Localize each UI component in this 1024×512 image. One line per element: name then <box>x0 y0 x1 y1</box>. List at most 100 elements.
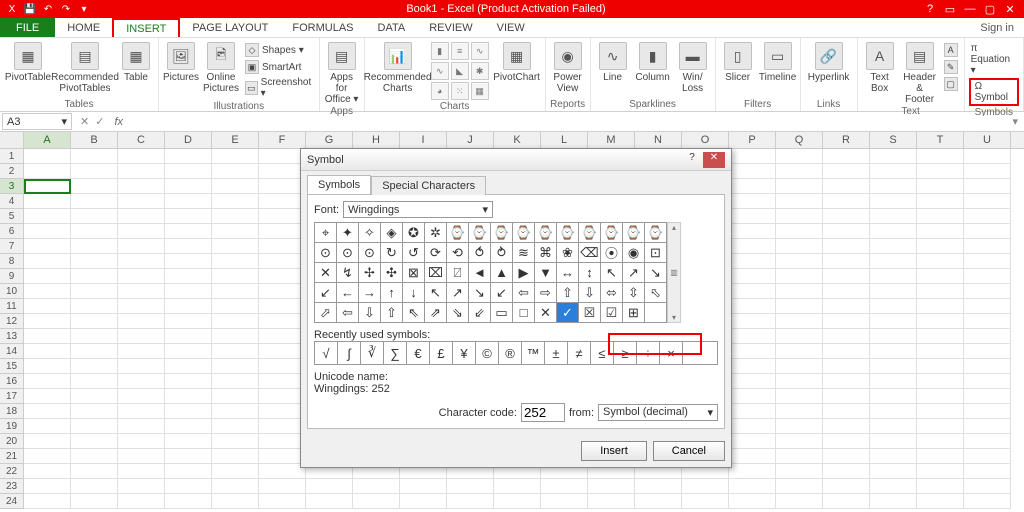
row-header[interactable]: 3 <box>0 179 24 194</box>
row-header[interactable]: 4 <box>0 194 24 209</box>
cell[interactable] <box>776 149 823 164</box>
cell[interactable] <box>729 254 776 269</box>
textbox-button[interactable]: AText Box <box>862 40 898 94</box>
symbol-cell[interactable]: ⬄ <box>601 283 623 303</box>
combo-chart-icon[interactable]: ▦ <box>471 82 489 100</box>
cell[interactable] <box>776 419 823 434</box>
chevron-down-icon[interactable]: ▾ <box>61 115 67 128</box>
row-header[interactable]: 6 <box>0 224 24 239</box>
pie-chart-icon[interactable]: ◕ <box>431 82 449 100</box>
cell[interactable] <box>776 299 823 314</box>
recent-symbol[interactable]: © <box>476 342 499 364</box>
symbol-cell[interactable]: ⟳ <box>425 243 447 263</box>
cell[interactable] <box>823 494 870 509</box>
column-header[interactable]: E <box>212 132 259 148</box>
cell[interactable] <box>823 359 870 374</box>
cell[interactable] <box>964 269 1011 284</box>
cell[interactable] <box>259 284 306 299</box>
cell[interactable] <box>823 344 870 359</box>
cell[interactable] <box>541 494 588 509</box>
undo-icon[interactable]: ↶ <box>40 2 56 16</box>
cell[interactable] <box>964 179 1011 194</box>
symbol-cell[interactable]: ⌚ <box>447 223 469 243</box>
symbol-cell[interactable]: ✦ <box>337 223 359 243</box>
symbol-cell[interactable]: ⇙ <box>469 303 491 323</box>
symbol-cell[interactable]: ⌚ <box>601 223 623 243</box>
cell[interactable] <box>24 404 71 419</box>
cell[interactable] <box>870 299 917 314</box>
stock-chart-icon[interactable]: ∿ <box>471 42 489 60</box>
recent-symbol[interactable]: € <box>407 342 430 364</box>
cell[interactable] <box>917 209 964 224</box>
cell[interactable] <box>776 464 823 479</box>
cell[interactable] <box>964 479 1011 494</box>
symbol-cell[interactable]: ⌚ <box>491 223 513 243</box>
symbol-cell[interactable]: ⌚ <box>535 223 557 243</box>
cell[interactable] <box>870 269 917 284</box>
row-header[interactable]: 24 <box>0 494 24 509</box>
cell[interactable] <box>870 464 917 479</box>
cell[interactable] <box>823 224 870 239</box>
cell[interactable] <box>165 149 212 164</box>
cell[interactable] <box>118 434 165 449</box>
cell[interactable] <box>729 179 776 194</box>
column-header[interactable]: D <box>165 132 212 148</box>
formula-input[interactable] <box>127 116 1006 128</box>
symbol-cell[interactable]: ⊙ <box>359 243 381 263</box>
symbol-cell[interactable]: ⇨ <box>535 283 557 303</box>
cell[interactable] <box>964 404 1011 419</box>
symbol-cell[interactable]: ⬀ <box>315 303 337 323</box>
row-header[interactable]: 8 <box>0 254 24 269</box>
from-dropdown[interactable]: Symbol (decimal)▾ <box>598 404 718 421</box>
cell[interactable] <box>353 479 400 494</box>
cell[interactable] <box>212 344 259 359</box>
cell[interactable] <box>917 449 964 464</box>
cell[interactable] <box>870 254 917 269</box>
cell[interactable] <box>729 224 776 239</box>
cell[interactable] <box>870 284 917 299</box>
cell[interactable] <box>870 209 917 224</box>
power-view-button[interactable]: ◉Power View <box>550 40 586 94</box>
cell[interactable] <box>823 149 870 164</box>
cell[interactable] <box>118 179 165 194</box>
cell[interactable] <box>165 329 212 344</box>
symbol-cell[interactable]: ⇦ <box>337 303 359 323</box>
cell[interactable] <box>118 419 165 434</box>
cell[interactable] <box>823 194 870 209</box>
cell[interactable] <box>165 434 212 449</box>
cell[interactable] <box>71 479 118 494</box>
cell[interactable] <box>212 239 259 254</box>
cell[interactable] <box>729 449 776 464</box>
cell[interactable] <box>212 194 259 209</box>
cell[interactable] <box>212 404 259 419</box>
cell[interactable] <box>118 269 165 284</box>
cell[interactable] <box>964 359 1011 374</box>
cell[interactable] <box>823 164 870 179</box>
symbol-cell[interactable]: ✓ <box>557 303 579 323</box>
column-header[interactable]: R <box>823 132 870 148</box>
symbol-cell[interactable]: ⊠ <box>403 263 425 283</box>
cell[interactable] <box>870 494 917 509</box>
cell[interactable] <box>964 389 1011 404</box>
recent-symbol[interactable]: ¥ <box>453 342 476 364</box>
cell[interactable] <box>588 494 635 509</box>
row-header[interactable]: 22 <box>0 464 24 479</box>
cell[interactable] <box>118 299 165 314</box>
cell[interactable] <box>71 389 118 404</box>
row-header[interactable]: 13 <box>0 329 24 344</box>
symbol-scrollbar[interactable]: ▴▥▾ <box>667 222 681 323</box>
cell[interactable] <box>870 164 917 179</box>
symbol-cell[interactable]: ≋ <box>513 243 535 263</box>
cell[interactable] <box>118 449 165 464</box>
cell[interactable] <box>917 179 964 194</box>
symbol-cell[interactable]: ↕ <box>579 263 601 283</box>
cell[interactable] <box>212 254 259 269</box>
cell[interactable] <box>729 404 776 419</box>
cell[interactable] <box>776 389 823 404</box>
cell[interactable] <box>870 224 917 239</box>
cell[interactable] <box>71 149 118 164</box>
cell[interactable] <box>447 479 494 494</box>
cell[interactable] <box>353 494 400 509</box>
cell[interactable] <box>71 404 118 419</box>
symbol-cell[interactable] <box>645 303 667 323</box>
